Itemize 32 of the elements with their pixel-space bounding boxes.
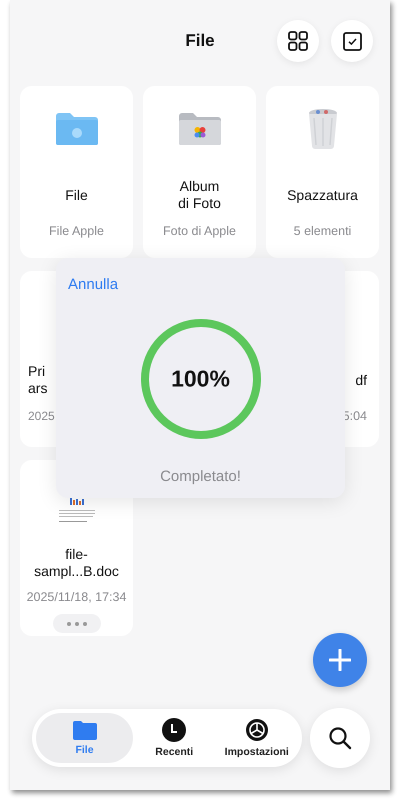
photos-folder-icon [178,112,222,146]
file-date: 2025 [28,409,55,423]
location-card[interactable]: File File Apple [20,86,133,258]
location-name: File [65,186,88,204]
location-subtitle: File Apple [49,224,104,238]
more-button[interactable] [52,614,100,633]
search-icon [328,726,352,750]
location-card[interactable]: Album di Foto Foto di Apple [143,86,256,258]
checkbox-icon [342,32,362,50]
folder-icon [72,720,96,740]
folder-icon [54,112,98,146]
clock-icon [162,718,186,742]
status-text: Completato! [160,468,241,485]
grid-view-button[interactable] [277,20,319,62]
location-subtitle: Foto di Apple [163,224,236,238]
file-name: Pri ars [28,362,48,398]
screen-title: File [185,31,215,52]
location-card[interactable]: Spazzatura 5 elementi [266,86,379,258]
file-date: 2025/11/18, 17:34 [26,590,126,604]
file-name: file- sampl...B.doc [34,545,119,581]
add-button[interactable] [313,633,367,687]
grid-icon [288,31,308,51]
location-name: Spazzatura [287,186,358,205]
location-subtitle: 5 elementi [294,224,352,238]
progress-percent: 100% [170,366,231,392]
plus-icon [329,649,351,671]
tab[interactable]: Recenti [133,713,216,763]
location-name: Album di Foto [178,177,221,213]
select-button[interactable] [331,20,373,62]
file-name: df [355,370,367,390]
tab[interactable]: Impostazioni [216,713,298,763]
gear-icon [244,718,269,742]
